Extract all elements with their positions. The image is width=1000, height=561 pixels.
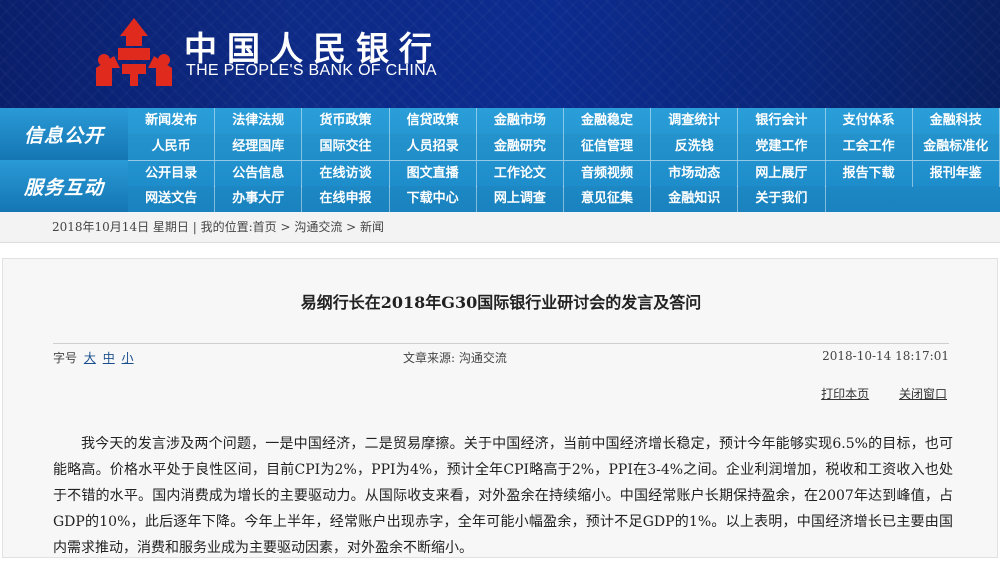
article-meta: 字号 大 中 小 文章来源: 沟通交流 2018-10-14 18:17:01 [53, 349, 949, 367]
nav-item[interactable]: 工会工作 [826, 134, 913, 160]
nav-item[interactable]: 关于我们 [738, 186, 826, 212]
breadcrumb-bar: 2018年10月14日 星期日 | 我的位置:首页 > 沟通交流 > 新闻 [0, 212, 1000, 243]
nav-row: 人民币 经理国库 国际交往 人员招录 金融研究 征信管理 反洗钱 党建工作 工会… [128, 134, 1000, 160]
font-size-small-link[interactable]: 小 [122, 351, 134, 365]
nav-item[interactable]: 办事大厅 [215, 186, 303, 212]
site-title-en: THE PEOPLE'S BANK OF CHINA [186, 62, 437, 79]
nav-item[interactable]: 金融研究 [477, 134, 564, 160]
nav-item[interactable]: 党建工作 [738, 134, 826, 160]
nav-item[interactable]: 网送文告 [128, 186, 216, 212]
nav-section-service-interaction[interactable]: 服务互动 [0, 160, 128, 213]
nav-item[interactable]: 下载中心 [390, 186, 477, 212]
font-size-label: 字号 [53, 351, 78, 365]
nav-item[interactable]: 市场动态 [651, 161, 739, 187]
nav-item[interactable]: 金融标准化 [913, 134, 1000, 160]
nav-item[interactable]: 银行会计 [738, 108, 826, 134]
article-actions: 打印本页 关闭窗口 [795, 385, 947, 402]
nav-item[interactable]: 国际交往 [302, 134, 390, 160]
article-body-paragraph: 我今天的发言涉及两个问题，一是中国经济，二是贸易摩擦。关于中国经济，当前中国经济… [53, 436, 953, 556]
breadcrumb-arrow: > [276, 220, 295, 234]
nav-item[interactable]: 人民币 [128, 134, 216, 160]
source-label: 文章来源: [403, 351, 456, 365]
nav-item[interactable]: 在线申报 [302, 186, 390, 212]
nav-item[interactable]: 征信管理 [564, 134, 652, 160]
print-page-link[interactable]: 打印本页 [821, 387, 869, 401]
nav-item[interactable]: 货币政策 [302, 108, 390, 134]
article-datetime: 2018-10-14 18:17:01 [822, 349, 949, 363]
nav-item[interactable]: 公告信息 [215, 161, 303, 187]
breadcrumb: 2018年10月14日 星期日 | 我的位置:首页 > 沟通交流 > 新闻 [52, 212, 384, 242]
nav-item[interactable]: 金融稳定 [564, 108, 652, 134]
nav-item[interactable]: 调查统计 [651, 108, 739, 134]
nav-row: 网送文告 办事大厅 在线申报 下载中心 网上调查 意见征集 金融知识 关于我们 [128, 186, 1000, 212]
nav-item[interactable]: 报告下载 [826, 161, 913, 187]
breadcrumb-link-news[interactable]: 新闻 [360, 220, 384, 234]
nav-item[interactable]: 音频视频 [564, 161, 652, 187]
current-date: 2018年10月14日 星期日 [52, 220, 189, 234]
pboc-logo-icon[interactable] [92, 16, 176, 90]
nav-item[interactable]: 人员招录 [390, 134, 477, 160]
nav-item[interactable]: 图文直播 [390, 161, 477, 187]
nav-item[interactable]: 支付体系 [826, 108, 913, 134]
breadcrumb-prefix: 我的位置: [200, 220, 253, 234]
nav-section-info-disclosure[interactable]: 信息公开 [0, 108, 128, 161]
breadcrumb-link-communication[interactable]: 沟通交流 [294, 220, 342, 234]
nav-grid: 新闻发布 法律法规 货币政策 信贷政策 金融市场 金融稳定 调查统计 银行会计 … [128, 108, 1000, 212]
nav-item[interactable]: 信贷政策 [390, 108, 477, 134]
article-panel: 易纲行长在2018年G30国际银行业研讨会的发言及答问 字号 大 中 小 文章来… [2, 258, 998, 558]
meta-divider [53, 343, 949, 344]
nav-item[interactable]: 金融科技 [913, 108, 1000, 134]
nav-item[interactable]: 意见征集 [564, 186, 652, 212]
nav-item[interactable]: 反洗钱 [651, 134, 739, 160]
main-nav: 信息公开 服务互动 新闻发布 法律法规 货币政策 信贷政策 金融市场 金融稳定 … [0, 108, 1000, 213]
source-value: 沟通交流 [458, 351, 507, 365]
nav-item[interactable]: 金融市场 [477, 108, 564, 134]
nav-item[interactable]: 网上调查 [477, 186, 564, 212]
nav-item[interactable]: 金融知识 [651, 186, 739, 212]
breadcrumb-separator: | [192, 220, 201, 234]
breadcrumb-arrow: > [342, 220, 361, 234]
header-banner: 中国人民银行 THE PEOPLE'S BANK OF CHINA [0, 0, 1000, 108]
close-window-link[interactable]: 关闭窗口 [899, 387, 947, 401]
nav-item[interactable]: 公开目录 [128, 161, 216, 187]
font-size-large-link[interactable]: 大 [84, 351, 96, 365]
article-title: 易纲行长在2018年G30国际银行业研讨会的发言及答问 [300, 293, 702, 312]
breadcrumb-link-home[interactable]: 首页 [253, 220, 277, 234]
article-source: 文章来源: 沟通交流 [403, 349, 507, 366]
nav-item[interactable]: 在线访谈 [302, 161, 390, 187]
nav-item[interactable]: 新闻发布 [128, 108, 216, 134]
nav-item[interactable]: 法律法规 [215, 108, 303, 134]
nav-item[interactable]: 网上展厅 [738, 161, 826, 187]
font-size-medium-link[interactable]: 中 [103, 351, 115, 365]
font-size-control: 字号 大 中 小 [53, 349, 134, 366]
nav-item[interactable]: 经理国库 [215, 134, 303, 160]
nav-row: 公开目录 公告信息 在线访谈 图文直播 工作论文 音频视频 市场动态 网上展厅 … [128, 160, 1000, 187]
nav-item[interactable]: 报刊年鉴 [913, 161, 1000, 187]
nav-item[interactable]: 工作论文 [477, 161, 564, 187]
nav-row: 新闻发布 法律法规 货币政策 信贷政策 金融市场 金融稳定 调查统计 银行会计 … [128, 108, 1000, 134]
